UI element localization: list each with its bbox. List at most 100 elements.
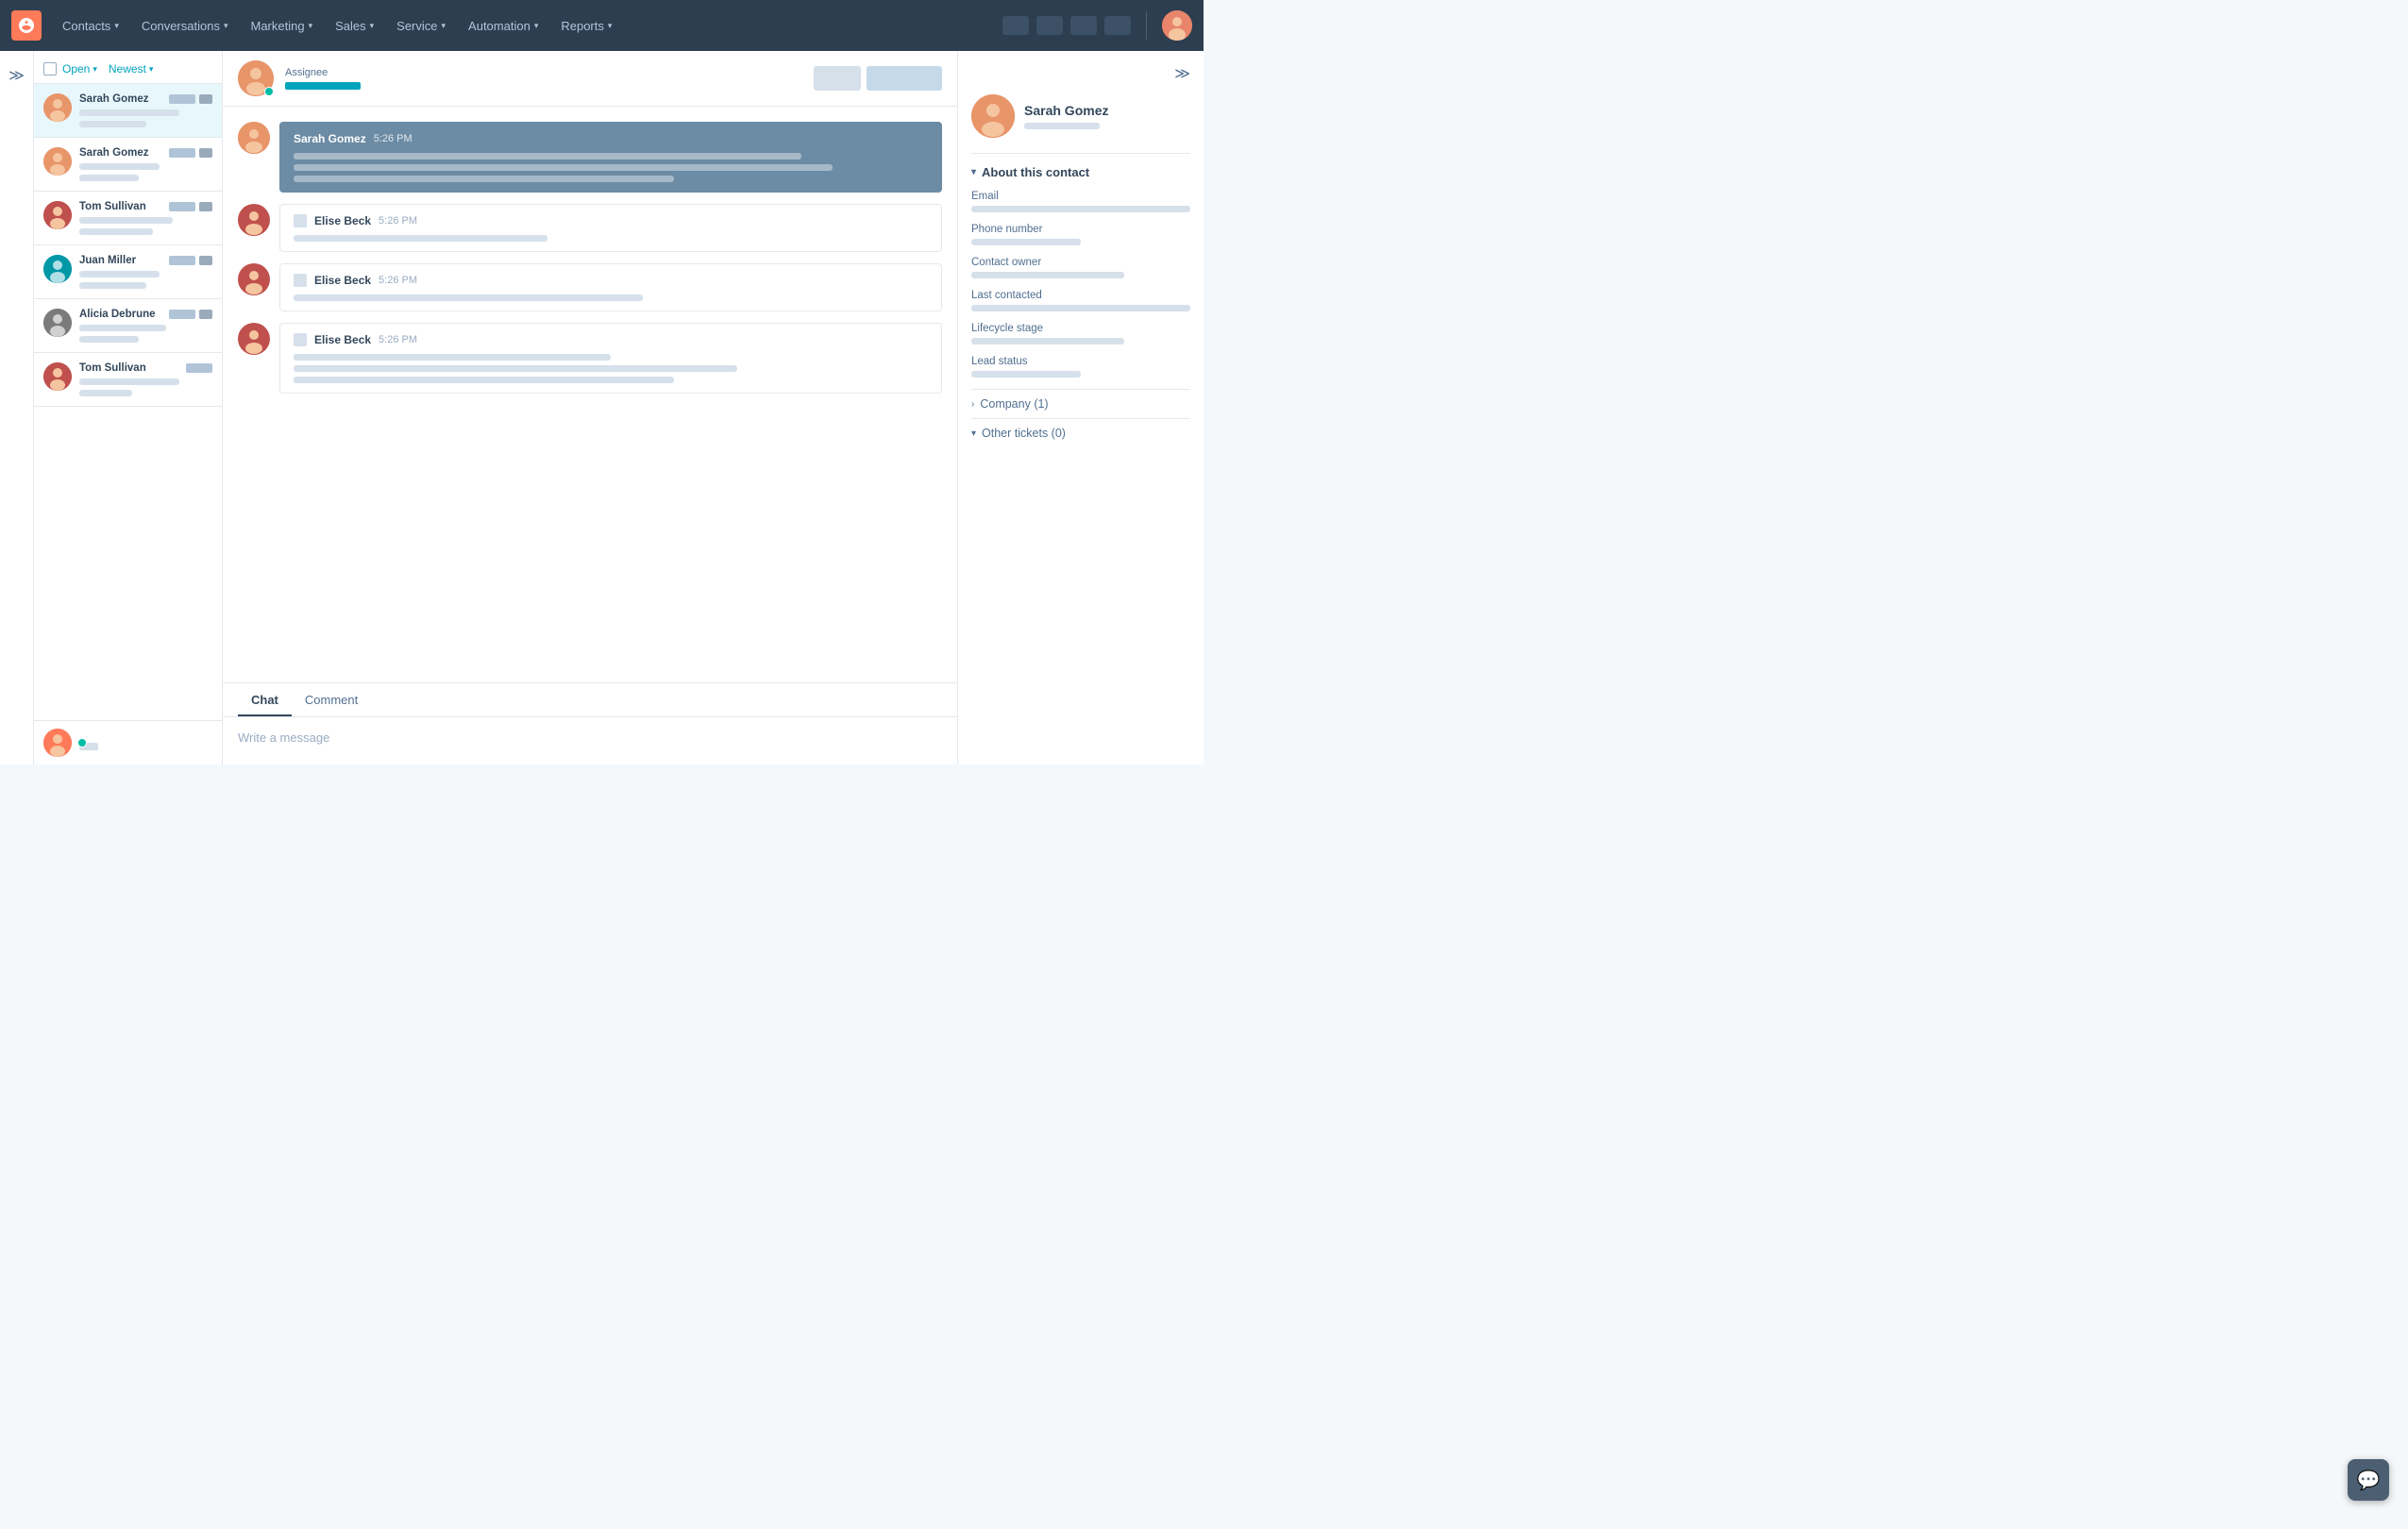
message-time: 5:26 PM: [379, 215, 417, 227]
contact-name: Juan Miller: [79, 255, 136, 266]
top-navigation: Contacts ▾ Conversations ▾ Marketing ▾ S…: [0, 0, 1204, 51]
user-avatar[interactable]: [1162, 10, 1192, 41]
about-chevron-icon: ▾: [971, 167, 976, 177]
nav-conversations[interactable]: Conversations ▾: [132, 13, 238, 39]
avatar: [43, 201, 72, 229]
nav-service[interactable]: Service ▾: [387, 13, 455, 39]
tab-chat[interactable]: Chat: [238, 683, 292, 716]
badge: [169, 310, 195, 319]
contact-panel-avatar: [971, 94, 1015, 138]
nav-sales[interactable]: Sales ▾: [326, 13, 383, 39]
badge-small: [199, 256, 212, 265]
service-chevron-icon: ▾: [442, 21, 446, 31]
message-line: [294, 377, 674, 383]
newest-filter-chevron-icon: ▾: [149, 64, 154, 75]
message-header: Elise Beck 5:26 PM: [294, 214, 928, 227]
nav-automation[interactable]: Automation ▾: [459, 13, 547, 39]
left-sidebar-toggle: ≫: [0, 51, 34, 764]
conversation-item[interactable]: Sarah Gomez: [34, 84, 222, 138]
header-action-1[interactable]: [814, 66, 861, 91]
conv-badges: [169, 148, 212, 158]
field-label-email: Email: [971, 191, 1190, 202]
contacts-chevron-icon: ▾: [114, 21, 119, 31]
nav-help-icon[interactable]: [1036, 16, 1063, 35]
nav-settings-icon[interactable]: [1070, 16, 1097, 35]
message-time: 5:26 PM: [379, 275, 417, 286]
other-tickets-section-toggle[interactable]: ▾ Other tickets (0): [971, 418, 1190, 447]
badge-small: [199, 148, 212, 158]
header-action-2[interactable]: [867, 66, 942, 91]
message-header: Elise Beck 5:26 PM: [294, 333, 928, 346]
field-last-contacted: Last contacted: [971, 290, 1190, 311]
contact-header: Sarah Gomez: [971, 94, 1190, 138]
chat-main-area: Assignee Sarah Gomez 5:26 PM: [223, 51, 958, 764]
message-input-field[interactable]: Write a message: [223, 717, 957, 764]
message-bubble: Elise Beck 5:26 PM: [279, 204, 942, 252]
nav-notifications-icon[interactable]: [1104, 16, 1131, 35]
select-all-checkbox[interactable]: [43, 62, 57, 76]
open-filter-button[interactable]: Open ▾: [62, 62, 97, 76]
badge: [169, 94, 195, 104]
conversation-info: Tom Sullivan: [79, 362, 212, 396]
section-divider: [971, 153, 1190, 154]
right-collapse-toggle: ≫: [971, 64, 1190, 83]
conversation-item[interactable]: Alicia Debrune: [34, 299, 222, 353]
float-chat-button[interactable]: 💬: [2348, 1459, 2389, 1501]
field-contact-owner: Contact owner: [971, 257, 1190, 278]
nav-reports[interactable]: Reports ▾: [551, 13, 621, 39]
conv-badges: [186, 363, 212, 373]
about-section-toggle[interactable]: ▾ About this contact: [971, 165, 1190, 179]
avatar: [43, 147, 72, 176]
conversation-info: Tom Sullivan: [79, 201, 212, 235]
conv-preview-line2: [79, 336, 139, 343]
contact-name: Tom Sullivan: [79, 201, 146, 212]
company-section-toggle[interactable]: › Company (1): [971, 389, 1190, 418]
collapse-right-button[interactable]: ≫: [1174, 64, 1190, 83]
contact-name: Tom Sullivan: [79, 362, 146, 374]
conversation-info: Juan Miller: [79, 255, 212, 289]
conversation-item[interactable]: Tom Sullivan: [34, 192, 222, 245]
nav-marketing[interactable]: Marketing ▾: [241, 13, 322, 39]
main-layout: ≫ Open ▾ Newest ▾: [0, 51, 1204, 764]
collapse-left-button[interactable]: ≫: [8, 66, 25, 85]
conv-badges: [169, 202, 212, 211]
newest-filter-button[interactable]: Newest ▾: [109, 62, 154, 76]
conversation-list: Open ▾ Newest ▾ Sarah Gomez: [34, 51, 223, 764]
float-chat-icon: 💬: [2357, 1469, 2381, 1492]
message-avatar: [238, 323, 270, 355]
badge-small: [199, 94, 212, 104]
field-lifecycle-stage: Lifecycle stage: [971, 323, 1190, 344]
field-label-lead-status: Lead status: [971, 356, 1190, 367]
conversation-item[interactable]: Juan Miller: [34, 245, 222, 299]
message-line: [294, 235, 547, 242]
conv-preview-line1: [79, 378, 179, 385]
message-row: Elise Beck 5:26 PM: [238, 323, 942, 394]
field-phone: Phone number: [971, 224, 1190, 245]
conversation-item[interactable]: Tom Sullivan: [34, 353, 222, 407]
avatar: [43, 255, 72, 283]
conv-preview-line1: [79, 163, 160, 170]
message-line: [294, 176, 674, 182]
nav-contacts[interactable]: Contacts ▾: [53, 13, 128, 39]
nav-search-icon[interactable]: [1002, 16, 1029, 35]
tickets-chevron-icon: ▾: [971, 428, 976, 439]
field-email: Email: [971, 191, 1190, 212]
conversation-item[interactable]: Sarah Gomez: [34, 138, 222, 192]
nav-divider: [1146, 11, 1147, 40]
badge: [169, 148, 195, 158]
message-row: Sarah Gomez 5:26 PM: [238, 122, 942, 193]
avatar: [43, 309, 72, 337]
contact-panel-name: Sarah Gomez: [1024, 103, 1108, 118]
chat-contact-avatar: [238, 60, 274, 96]
current-user-status: [34, 720, 222, 764]
conv-preview-line2: [79, 228, 153, 235]
online-indicator: [77, 738, 87, 748]
message-status-icon: [294, 214, 307, 227]
badge-small: [199, 202, 212, 211]
message-bubble: Sarah Gomez 5:26 PM: [279, 122, 942, 193]
chat-tabs: Chat Comment: [223, 683, 957, 717]
hubspot-logo[interactable]: [11, 10, 42, 41]
message-sender: Elise Beck: [314, 274, 371, 287]
message-time: 5:26 PM: [379, 334, 417, 345]
tab-comment[interactable]: Comment: [292, 683, 371, 716]
